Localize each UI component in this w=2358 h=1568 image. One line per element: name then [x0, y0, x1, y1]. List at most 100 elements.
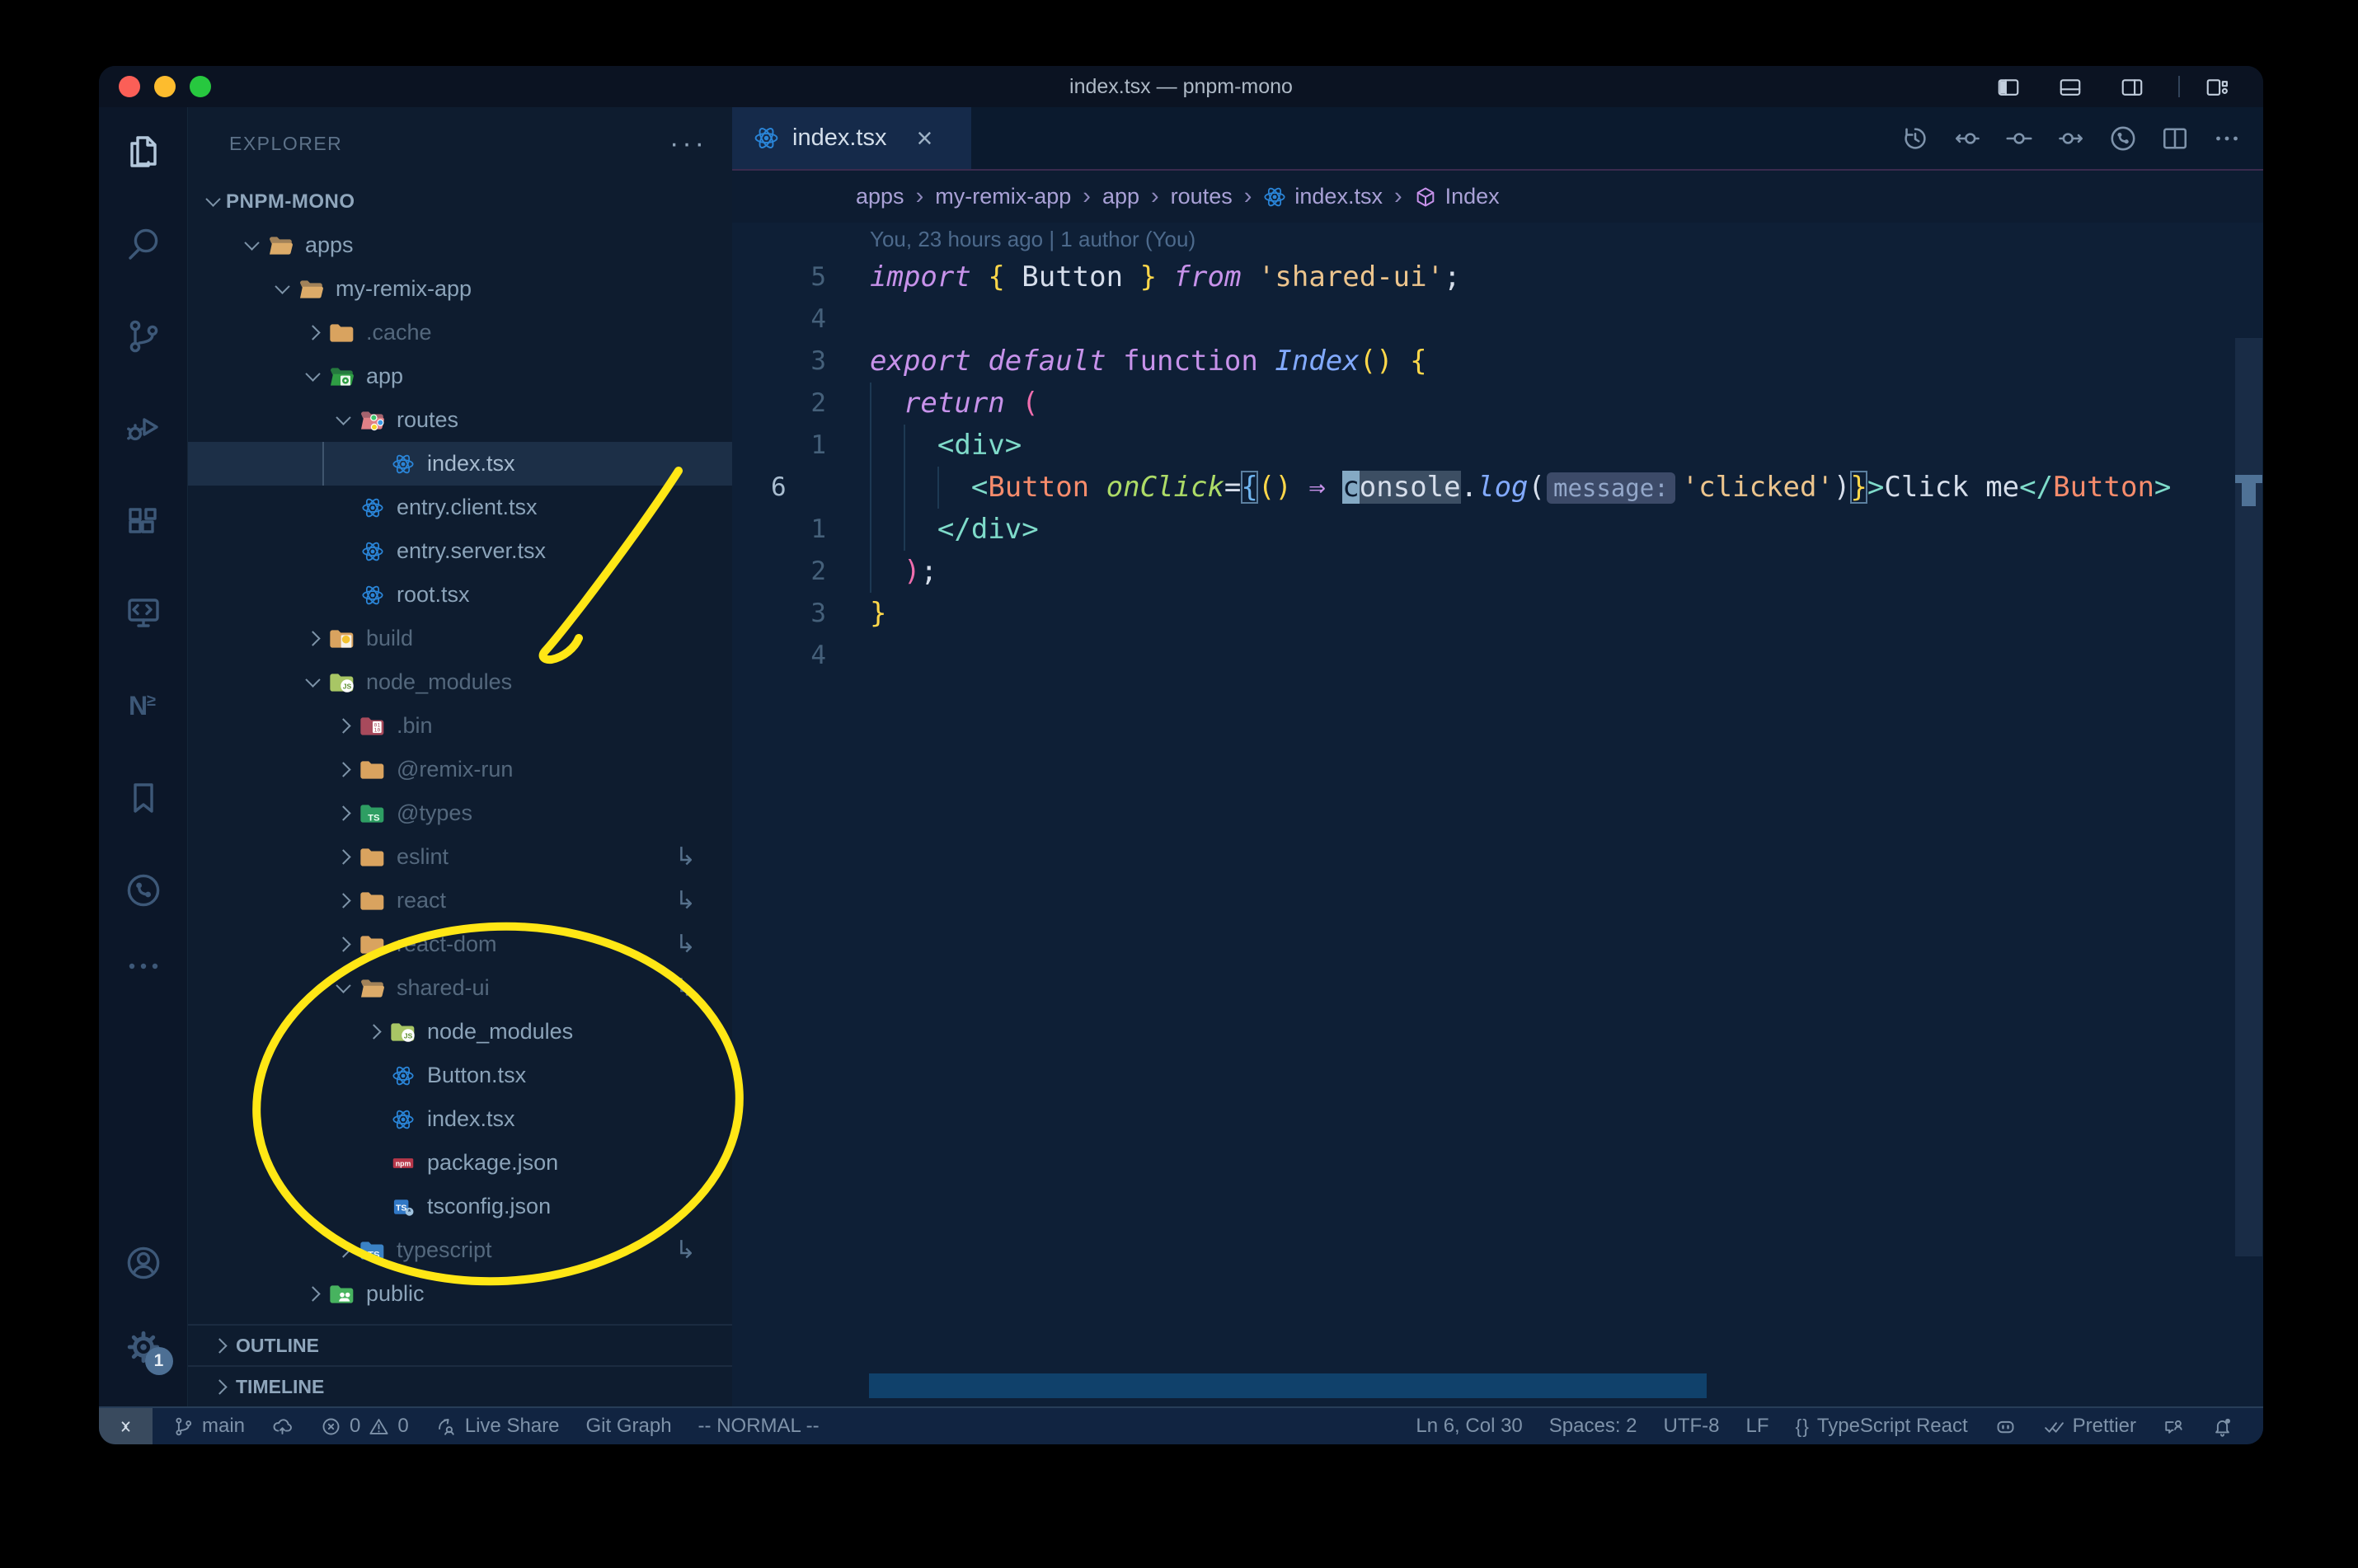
status-item-eol[interactable]: LF [1733, 1408, 1783, 1444]
tree-item-label: index.tsx [427, 1106, 515, 1131]
code-line[interactable]: 4 [732, 635, 2263, 677]
status-item-remote-indicator[interactable] [99, 1408, 153, 1444]
svg-text:JS: JS [404, 1031, 413, 1040]
tree-item-build[interactable]: build [188, 617, 732, 660]
breadcrumb-item-index[interactable]: Index [1414, 184, 1500, 209]
status-label: 0 [397, 1415, 409, 1437]
tree-item-shared-ui[interactable]: shared-ui ↳ [188, 966, 732, 1010]
activitybar-item-git-graph[interactable] [124, 871, 163, 910]
tree-item-entry-client-tsx[interactable]: entry.client.tsx [188, 486, 732, 529]
breadcrumb-separator: › [1243, 183, 1252, 209]
status-item-encoding[interactable]: UTF-8 [1651, 1408, 1733, 1444]
tree-item--types[interactable]: TS @types [188, 791, 732, 835]
status-item-git-branch[interactable]: main [159, 1408, 258, 1444]
breadcrumb-item-app[interactable]: app [1102, 184, 1139, 209]
code-line[interactable]: 2 ); [732, 551, 2263, 593]
code-editor[interactable]: You, 23 hours ago | 1 author (You) 5 impo… [732, 223, 2263, 1406]
activitybar-item-settings[interactable]: 1 [124, 1327, 173, 1375]
tree-item-public[interactable]: public [188, 1272, 732, 1316]
tree-item-node-modules[interactable]: JS node_modules [188, 660, 732, 704]
folder-bin-icon: 01 10 [359, 715, 386, 738]
tree-item--cache[interactable]: .cache [188, 311, 732, 354]
breadcrumb-item-index-tsx[interactable]: index.tsx [1263, 184, 1383, 209]
status-item-live-share[interactable]: Live Share [422, 1408, 573, 1444]
breadcrumb-item-my-remix-app[interactable]: my-remix-app [935, 184, 1071, 209]
tree-item-tsconfig-json[interactable]: TS * tsconfig.json [188, 1185, 732, 1228]
tree-item-root-tsx[interactable]: root.tsx [188, 573, 732, 617]
status-item-cursor-position[interactable]: Ln 6, Col 30 [1402, 1408, 1535, 1444]
status-item-notifications[interactable] [2198, 1408, 2247, 1444]
tree-item-button-tsx[interactable]: Button.tsx [188, 1054, 732, 1097]
tree-item-typescript[interactable]: TS typescript ↳ [188, 1228, 732, 1272]
code-line[interactable]: 1 </div> [732, 509, 2263, 551]
activitybar-item-nx-console[interactable]: N ≥ [124, 686, 163, 725]
code-line[interactable]: 2 return ( [732, 383, 2263, 425]
status-item-problems[interactable]: 00 [307, 1408, 422, 1444]
code-line[interactable]: 4 [732, 298, 2263, 340]
code-line[interactable]: 5 import { Button } from 'shared-ui'; [732, 256, 2263, 298]
activitybar-item-bookmarks[interactable] [124, 778, 163, 818]
close-tab-icon[interactable]: × [916, 124, 932, 153]
activitybar-item-source-control[interactable] [124, 317, 163, 356]
status-item-feedback[interactable] [2149, 1408, 2198, 1444]
tab-index-tsx[interactable]: index.tsx × [732, 107, 971, 169]
tree-item--bin[interactable]: 01 10 .bin [188, 704, 732, 748]
tree-item-node-modules[interactable]: JS node_modules [188, 1010, 732, 1054]
breadcrumb-item-routes[interactable]: routes [1171, 184, 1233, 209]
explorer-more-actions-icon[interactable]: ··· [669, 129, 707, 157]
git-graph-circle-icon[interactable] [2108, 124, 2138, 153]
status-item-vim-mode[interactable]: -- NORMAL -- [685, 1408, 833, 1444]
svg-text:TS: TS [368, 813, 380, 823]
tree-item-react[interactable]: react ↳ [188, 879, 732, 922]
git-blame-annotation: You, 23 hours ago | 1 author (You) [870, 227, 1196, 251]
tree-item-react-dom[interactable]: react-dom ↳ [188, 922, 732, 966]
layout-customize-icon[interactable] [2205, 75, 2231, 98]
tree-item-index-tsx[interactable]: index.tsx [188, 1097, 732, 1141]
remote-explorer-icon [124, 594, 163, 633]
activitybar-item-extensions[interactable] [124, 501, 163, 541]
breadcrumb: apps › my-remix-app › app › routes › index.tsx › I… [732, 171, 2263, 223]
more-actions-icon[interactable] [2212, 124, 2242, 153]
status-item-formatter-prettier[interactable]: Prettier [2030, 1408, 2149, 1444]
layout-sidebar-left-icon[interactable] [1996, 75, 2022, 98]
tree-item-entry-server-tsx[interactable]: entry.server.tsx [188, 529, 732, 573]
status-item-language-mode[interactable]: {} TypeScript React [1783, 1408, 1981, 1444]
code-line[interactable]: 3} [732, 593, 2263, 635]
tree-root-pnpm-mono[interactable]: PNPM-MONO [188, 180, 732, 223]
tree-item-eslint[interactable]: eslint ↳ [188, 835, 732, 879]
code-line[interactable]: 1 <div> [732, 425, 2263, 467]
status-item-indentation[interactable]: Spaces: 2 [1536, 1408, 1651, 1444]
symlink-icon: ↳ [674, 974, 696, 1002]
split-editor-icon[interactable] [2160, 124, 2190, 153]
sidebar-section-outline[interactable]: OUTLINE [188, 1324, 732, 1365]
activitybar-item-run-debug[interactable] [124, 409, 163, 448]
prev-change-icon[interactable] [1952, 124, 1982, 153]
tree-item-index-tsx[interactable]: index.tsx [188, 442, 732, 486]
activitybar-item-accounts[interactable] [124, 1243, 163, 1283]
tree-item--remix-run[interactable]: @remix-run [188, 748, 732, 791]
code-line[interactable]: 6 <Button onClick={() ⇒ console.log(mess… [732, 467, 2263, 509]
tree-item-app[interactable]: app [188, 354, 732, 398]
layout-panel-icon[interactable] [2058, 75, 2084, 98]
status-item-git-graph[interactable]: Git Graph [573, 1408, 685, 1444]
tree-item-my-remix-app[interactable]: my-remix-app [188, 267, 732, 311]
vertical-scrollbar[interactable] [2235, 338, 2262, 1406]
sidebar-section-timeline[interactable]: TIMELINE [188, 1365, 732, 1406]
tree-item-apps[interactable]: apps [188, 223, 732, 267]
tree-item-package-json[interactable]: npm package.json [188, 1141, 732, 1185]
history-icon[interactable] [1900, 124, 1930, 153]
commit-node-icon[interactable] [2004, 124, 2034, 153]
activitybar-item-more-views[interactable] [124, 946, 163, 986]
status-item-publish-changes[interactable] [258, 1408, 307, 1444]
breadcrumb-item-apps[interactable]: apps [856, 184, 904, 209]
horizontal-scrollbar[interactable] [869, 1373, 1707, 1398]
layout-sidebar-right-icon[interactable] [2120, 75, 2146, 98]
tree-item-routes[interactable]: routes [188, 398, 732, 442]
activitybar-item-remote-explorer[interactable] [124, 594, 163, 633]
chevron-right-icon [335, 805, 351, 821]
status-item-copilot[interactable] [1981, 1408, 2030, 1444]
activitybar-item-explorer[interactable] [124, 132, 163, 171]
activitybar-item-search[interactable] [124, 224, 163, 264]
next-change-icon[interactable] [2056, 124, 2086, 153]
code-line[interactable]: 3 export default function Index() { [732, 340, 2263, 383]
